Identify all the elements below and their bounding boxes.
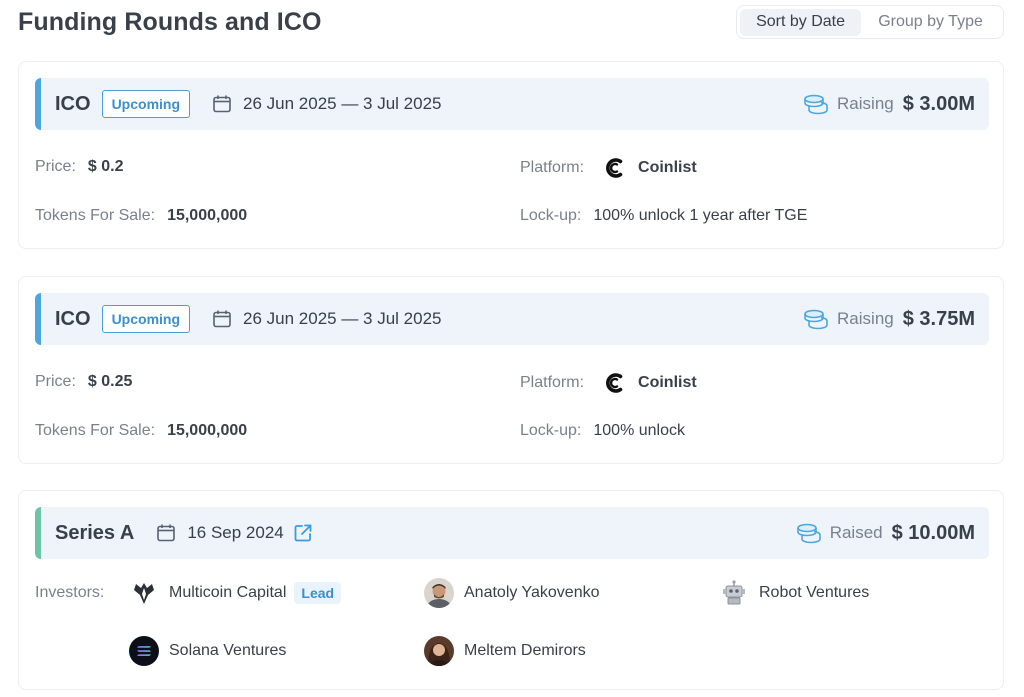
- price-field: Price: $ 0.2: [35, 158, 124, 176]
- lead-badge: Lead: [294, 582, 341, 604]
- person-avatar-icon: [424, 636, 454, 666]
- raise-amount: Raising $ 3.00M: [803, 78, 975, 130]
- raise-value: $ 3.75M: [903, 308, 975, 331]
- price-label: Price:: [35, 158, 76, 176]
- platform-label: Platform:: [520, 374, 584, 392]
- coins-icon: [803, 308, 829, 330]
- lockup-label: Lock-up:: [520, 422, 581, 440]
- status-badge: Upcoming: [102, 90, 190, 118]
- funding-round-card: ICO Upcoming 26 Jun 2025 — 3 Jul 2025 Ra…: [18, 61, 1004, 249]
- person-avatar-icon: [424, 578, 454, 608]
- solana-logo-icon: [129, 636, 159, 666]
- investors-label: Investors:: [35, 584, 104, 602]
- round-accent-bar: [35, 78, 41, 130]
- multicoin-logo-icon: [129, 578, 159, 608]
- raise-amount: Raising $ 3.75M: [803, 293, 975, 345]
- investor-anatoly-yakovenko[interactable]: Anatoly Yakovenko: [424, 578, 600, 608]
- round-header: Series A 16 Sep 2024 Raised $ 10.00M: [35, 507, 989, 559]
- price-value: $ 0.25: [88, 373, 132, 391]
- platform-field: Platform: Coinlist: [520, 155, 697, 181]
- external-link-icon[interactable]: [293, 523, 313, 543]
- page-title: Funding Rounds and ICO: [18, 8, 322, 37]
- coins-icon: [803, 93, 829, 115]
- round-date: 16 Sep 2024: [187, 523, 283, 543]
- raise-value: $ 3.00M: [903, 93, 975, 116]
- round-type: ICO: [55, 93, 91, 116]
- tokens-value: 15,000,000: [167, 422, 247, 440]
- tokens-label: Tokens For Sale:: [35, 207, 155, 225]
- round-header: ICO Upcoming 26 Jun 2025 — 3 Jul 2025 Ra…: [35, 293, 989, 345]
- investors-field: Investors:: [35, 584, 104, 602]
- round-header: ICO Upcoming 26 Jun 2025 — 3 Jul 2025 Ra…: [35, 78, 989, 130]
- investor-name: Meltem Demirors: [464, 642, 586, 660]
- raise-label: Raising: [837, 94, 894, 114]
- lockup-field: Lock-up: 100% unlock: [520, 422, 685, 440]
- sort-by-date-button[interactable]: Sort by Date: [740, 9, 861, 36]
- raise-amount: Raised $ 10.00M: [796, 507, 975, 559]
- group-by-type-button[interactable]: Group by Type: [861, 9, 1000, 36]
- investor-multicoin-capital[interactable]: Multicoin Capital Lead: [129, 578, 341, 608]
- status-badge: Upcoming: [102, 305, 190, 333]
- round-date: 26 Jun 2025 — 3 Jul 2025: [243, 94, 441, 114]
- tokens-field: Tokens For Sale: 15,000,000: [35, 422, 247, 440]
- robot-logo-icon: [719, 578, 749, 608]
- round-accent-bar: [35, 507, 41, 559]
- coins-icon: [796, 522, 822, 544]
- investor-name: Multicoin Capital: [169, 584, 286, 602]
- round-type: Series A: [55, 522, 134, 545]
- coinlist-logo-icon: [602, 155, 628, 181]
- platform-field: Platform: Coinlist: [520, 370, 697, 396]
- coinlist-logo-icon: [602, 370, 628, 396]
- lockup-label: Lock-up:: [520, 207, 581, 225]
- price-label: Price:: [35, 373, 76, 391]
- platform-label: Platform:: [520, 159, 584, 177]
- lockup-field: Lock-up: 100% unlock 1 year after TGE: [520, 207, 807, 225]
- lockup-value: 100% unlock: [593, 422, 685, 440]
- round-accent-bar: [35, 293, 41, 345]
- platform-name[interactable]: Coinlist: [638, 159, 697, 177]
- tokens-field: Tokens For Sale: 15,000,000: [35, 207, 247, 225]
- platform-name[interactable]: Coinlist: [638, 374, 697, 392]
- investor-name: Robot Ventures: [759, 584, 869, 602]
- funding-round-card: Series A 16 Sep 2024 Raised $ 10.00M Inv…: [18, 490, 1004, 690]
- tokens-label: Tokens For Sale:: [35, 422, 155, 440]
- price-field: Price: $ 0.25: [35, 373, 132, 391]
- tokens-value: 15,000,000: [167, 207, 247, 225]
- calendar-icon: [212, 309, 232, 329]
- raise-label: Raised: [830, 523, 883, 543]
- investor-meltem-demirors[interactable]: Meltem Demirors: [424, 636, 586, 666]
- lockup-value: 100% unlock 1 year after TGE: [593, 207, 807, 225]
- raise-label: Raising: [837, 309, 894, 329]
- price-value: $ 0.2: [88, 158, 124, 176]
- investor-name: Anatoly Yakovenko: [464, 584, 600, 602]
- investor-solana-ventures[interactable]: Solana Ventures: [129, 636, 286, 666]
- round-type: ICO: [55, 308, 91, 331]
- investor-robot-ventures[interactable]: Robot Ventures: [719, 578, 869, 608]
- raise-value: $ 10.00M: [892, 522, 975, 545]
- calendar-icon: [156, 523, 176, 543]
- sort-toggle: Sort by Date Group by Type: [736, 5, 1004, 39]
- calendar-icon: [212, 94, 232, 114]
- round-date: 26 Jun 2025 — 3 Jul 2025: [243, 309, 441, 329]
- investor-name: Solana Ventures: [169, 642, 286, 660]
- funding-round-card: ICO Upcoming 26 Jun 2025 — 3 Jul 2025 Ra…: [18, 276, 1004, 464]
